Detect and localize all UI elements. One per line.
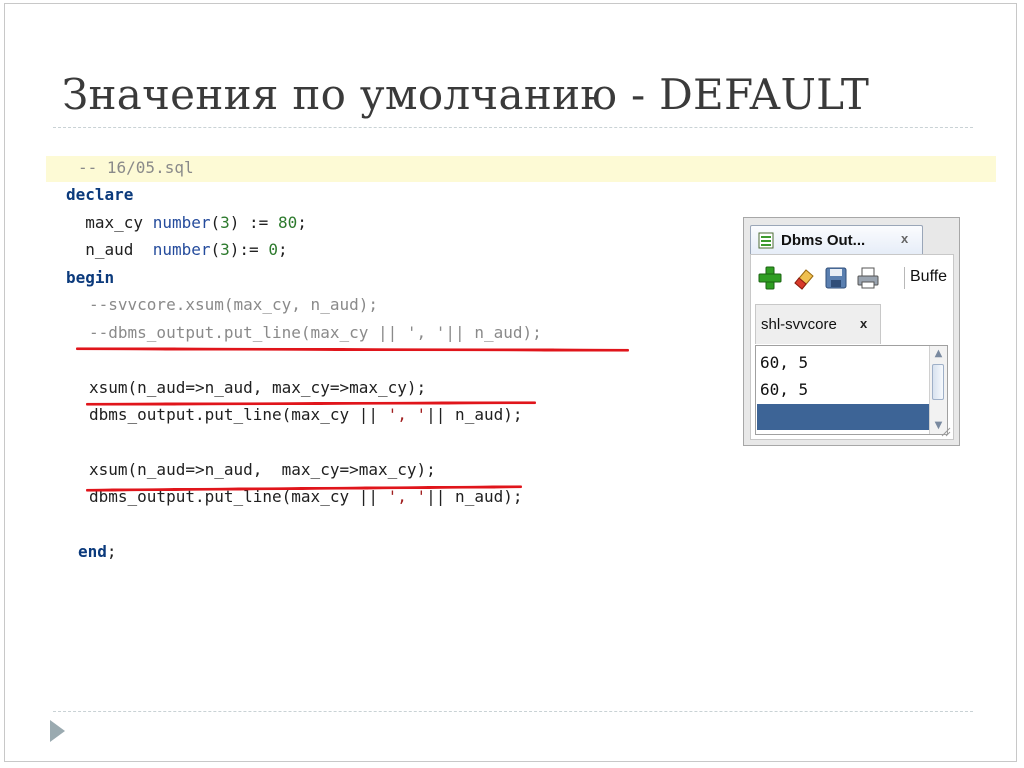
code-line-9: dbms_output.put_line(max_cy || ', '|| n_… [89,405,522,425]
put-line-args: || n_aud); [426,405,523,424]
dbms-output-panel: Dbms Out... x Buffe shl-svvcore x 60, 5 … [743,217,960,446]
number-literal: 3 [220,213,230,232]
code-line-6: --svvcore.xsum(max_cy, n_aud); [89,295,378,314]
vertical-scrollbar[interactable]: ▲ ▼ [929,346,947,434]
dbms-output-tab-label: Dbms Out... [781,232,866,249]
put-line-args: || n_aud); [426,487,523,506]
put-line-call: dbms_output.put_line(max_cy || [89,405,388,424]
type-number: number [152,240,211,259]
default-value: 80 [277,213,298,232]
title-divider [53,127,973,128]
resize-grip-icon[interactable] [941,427,951,437]
paren: ( [210,240,221,259]
string-literal: ', ' [387,487,427,506]
dbms-output-tab[interactable]: Dbms Out... x [750,225,923,254]
paren: ( [210,213,221,232]
number-literal: 3 [220,240,230,259]
string-literal: ', ' [387,405,427,424]
code-line-2: declare [66,185,133,205]
code-line-12: end; [78,542,117,562]
assign-op: ) := [229,213,278,232]
footer-divider [53,711,973,712]
scroll-up-icon[interactable]: ▲ [932,348,945,360]
scrollbar-thumb[interactable] [932,364,944,400]
file-comment: -- 16/05.sql [78,158,194,177]
save-icon[interactable] [823,265,849,291]
toolbar-separator [904,267,905,289]
print-icon[interactable] [855,265,881,291]
add-icon[interactable] [757,265,783,291]
buffer-size-label: Buffe [910,268,948,285]
type-number: number [152,213,211,232]
output-line: 60, 5 [760,353,809,372]
code-line-4: n_aud number(3):= 0; [66,240,288,260]
end-keyword: end [78,542,107,561]
close-icon[interactable]: x [860,316,867,331]
next-slide-arrow-icon[interactable] [50,720,65,742]
connection-tab-label: shl-svvcore [761,316,837,333]
selected-output-line [757,404,929,430]
code-line-1: -- 16/05.sql [78,158,194,178]
semicolon: ; [277,240,288,259]
dbms-output-icon [758,232,774,249]
dbms-output-body: Buffe shl-svvcore x 60, 5 60, 5 ▲ ▼ [750,254,954,440]
close-icon[interactable]: x [901,231,908,246]
var-max-cy: max_cy [66,213,153,232]
assign-op: ):= [229,240,269,259]
slide-title: Значения по умолчанию - DEFAULT [62,70,870,119]
code-line-10: xsum(n_aud=>n_aud, max_cy=>max_cy); [89,460,436,479]
eraser-icon[interactable] [791,265,817,291]
var-n-aud: n_aud [66,240,153,259]
code-line-7: --dbms_output.put_line(max_cy || ', '|| … [89,323,542,342]
declare-keyword: declare [66,185,134,204]
semicolon: ; [297,213,307,232]
semicolon: ; [106,542,117,561]
connection-tab[interactable]: shl-svvcore x [755,304,881,344]
code-line-3: max_cy number(3) := 80; [66,213,307,233]
code-line-8: xsum(n_aud=>n_aud, max_cy=>max_cy); [89,378,427,397]
begin-keyword: begin [66,268,115,287]
output-line: 60, 5 [760,380,809,399]
default-value: 0 [268,240,278,259]
output-text-area[interactable]: 60, 5 60, 5 ▲ ▼ [755,345,948,435]
code-line-5: begin [66,268,114,288]
